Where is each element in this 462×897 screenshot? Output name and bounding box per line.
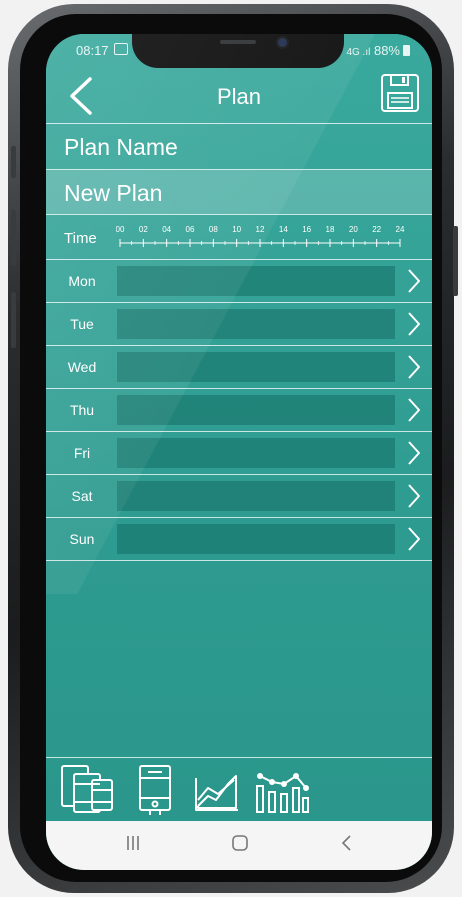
day-row-mon[interactable]: Mon [46, 260, 432, 302]
app-screen: 08:17 4G .ıl 88% Plan Plan Name New Plan… [46, 34, 432, 870]
day-row-wed[interactable]: Wed [46, 346, 432, 388]
plan-name-label: Plan Name [64, 134, 178, 160]
home-button[interactable] [231, 834, 249, 858]
bottom-nav [46, 758, 432, 818]
signal-icon: 4G .ıl [346, 47, 371, 58]
time-tick-label: 04 [162, 225, 171, 234]
day-label: Sun [69, 531, 95, 547]
battery-level: 88% [373, 43, 400, 58]
back-arrow-icon [341, 835, 351, 851]
speaker-grille [220, 40, 256, 44]
floppy-disk-icon [381, 74, 419, 112]
day-schedule-bar[interactable] [117, 266, 395, 296]
day-schedule-bar[interactable] [117, 524, 395, 554]
system-navigation-bar [46, 821, 432, 870]
save-button[interactable] [380, 73, 420, 113]
day-row-thu[interactable]: Thu [46, 389, 432, 431]
notch [132, 34, 344, 68]
header: Plan [46, 72, 432, 124]
nav-devices[interactable] [60, 764, 114, 816]
page-title: Plan [216, 84, 262, 109]
recent-apps-button[interactable] [124, 834, 142, 858]
gallery-notification-icon [114, 43, 128, 55]
day-label: Fri [73, 445, 91, 461]
time-ruler: 00 02 04 06 08 10 12 14 16 18 20 22 24 [116, 225, 405, 247]
day-row-tue[interactable]: Tue [46, 303, 432, 345]
day-schedule-bar[interactable] [117, 309, 395, 339]
devices-icon [61, 765, 113, 813]
day-label: Sat [71, 488, 93, 504]
day-row-sat[interactable]: Sat [46, 475, 432, 517]
divider [46, 123, 432, 124]
day-label: Mon [68, 273, 96, 289]
phone-side-button [11, 146, 16, 178]
day-schedule-bar[interactable] [117, 395, 395, 425]
status-time: 08:17 [76, 43, 109, 58]
day-schedule-bar[interactable] [117, 438, 395, 468]
time-label: Time [64, 230, 97, 247]
chevron-right-icon[interactable] [406, 311, 422, 337]
day-row-fri[interactable]: Fri [46, 432, 432, 474]
day-row-sun[interactable]: Sun [46, 518, 432, 560]
time-tick-label: 06 [186, 225, 195, 234]
time-tick-label: 02 [139, 225, 148, 234]
area-chart-icon [195, 775, 238, 811]
time-tick-label: 16 [302, 225, 311, 234]
time-tick-label: 22 [372, 225, 381, 234]
time-tick-label: 20 [349, 225, 358, 234]
nav-area-chart[interactable] [194, 764, 240, 816]
nav-bar-line-chart[interactable] [254, 764, 310, 816]
time-tick-label: 18 [326, 225, 335, 234]
chevron-right-icon[interactable] [406, 440, 422, 466]
day-label: Tue [70, 316, 94, 332]
chevron-right-icon[interactable] [406, 483, 422, 509]
volume-up-button [11, 210, 16, 266]
time-tick-label: 14 [279, 225, 288, 234]
day-schedule-bar[interactable] [117, 481, 395, 511]
boiler-icon [139, 765, 171, 815]
chevron-right-icon[interactable] [406, 526, 422, 552]
divider [46, 560, 432, 561]
day-schedule-bar[interactable] [117, 352, 395, 382]
time-tick-label: 10 [232, 225, 241, 234]
time-tick-label: 12 [256, 225, 265, 234]
divider [46, 214, 432, 215]
nav-boiler[interactable] [138, 764, 172, 816]
front-camera [278, 38, 287, 47]
chevron-right-icon[interactable] [406, 397, 422, 423]
power-button [453, 226, 458, 296]
time-tick-label: 24 [396, 225, 405, 234]
recent-apps-icon [127, 836, 139, 850]
status-right: 4G .ıl 88% [346, 43, 410, 58]
battery-icon [403, 45, 410, 56]
plan-name-input[interactable]: New Plan [64, 180, 162, 207]
day-label: Wed [67, 359, 97, 375]
system-back-button[interactable] [340, 834, 354, 858]
time-tick-label: 00 [116, 225, 125, 234]
volume-down-button [11, 292, 16, 348]
chevron-right-icon[interactable] [406, 268, 422, 294]
chevron-right-icon[interactable] [406, 354, 422, 380]
time-tick-label: 08 [209, 225, 218, 234]
day-label: Thu [69, 402, 95, 418]
bar-line-chart-icon [256, 773, 309, 813]
home-icon [232, 835, 248, 851]
